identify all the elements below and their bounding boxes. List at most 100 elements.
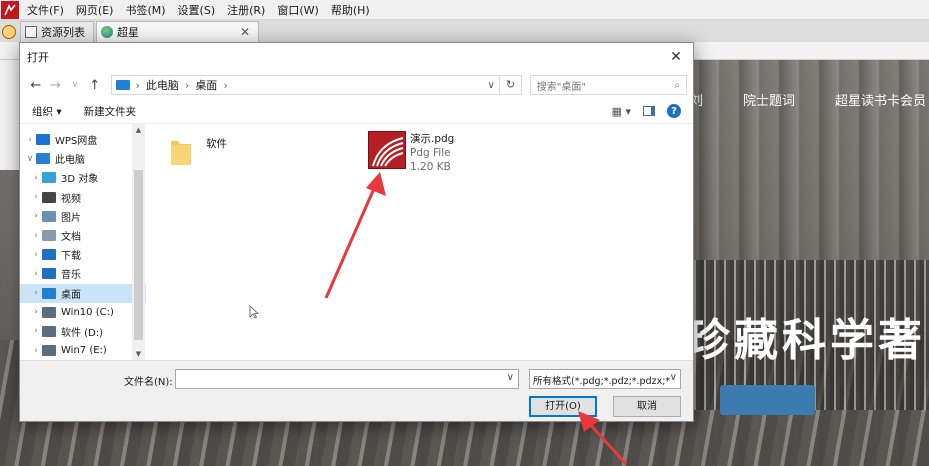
nav-item[interactable]: › Win7 (E:)	[20, 341, 146, 360]
chevron-down-icon[interactable]: ∨	[24, 154, 36, 164]
location-icon	[42, 172, 56, 184]
site-hero-text: 珍藏科学著	[686, 315, 926, 366]
menu-bar: 文件(F) 网页(E) 书签(M) 设置(S) 注册(R) 窗口(W) 帮助(H…	[0, 0, 929, 20]
nav-item[interactable]: › 3D 对象	[20, 168, 146, 187]
refresh-icon[interactable]: ↻	[500, 75, 522, 95]
location-icon	[42, 287, 56, 299]
nav-item[interactable]: › 下载	[20, 245, 146, 264]
location-icon	[42, 210, 56, 222]
forward-arrow-icon[interactable]: →	[46, 78, 66, 93]
breadcrumb-this-pc[interactable]: 此电脑	[146, 77, 179, 93]
chevron-right-icon[interactable]: ›	[30, 288, 42, 298]
open-file-dialog: 打开 ✕ ← → ∨ ↑ › 此电脑 › 桌面 › ∨ ↻ 搜索"桌面" ⌕ 组…	[19, 42, 694, 422]
scroll-up-icon[interactable]: ▲	[132, 126, 145, 134]
nav-item[interactable]: › Win10 (C:)	[20, 303, 146, 322]
nav-item[interactable]: › 视频	[20, 188, 146, 207]
tab-chaoxing[interactable]: 超星 ✕	[96, 21, 259, 42]
filename-label: 文件名(N):	[124, 377, 173, 388]
chevron-right-icon[interactable]: ›	[30, 269, 42, 279]
chaoxing-pdg-icon	[368, 131, 406, 169]
file-type: Pdg File	[410, 147, 451, 159]
scroll-down-icon[interactable]: ▼	[132, 350, 145, 358]
chevron-down-icon[interactable]: ∨	[483, 80, 499, 91]
folder-item[interactable]: 软件	[170, 136, 227, 166]
location-icon	[36, 153, 50, 165]
preview-pane-icon[interactable]	[643, 106, 655, 116]
address-bar[interactable]: › 此电脑 › 桌面 › ∨	[110, 75, 501, 95]
app-logo-icon	[1, 0, 19, 19]
nav-item[interactable]: ∨ 此电脑	[20, 149, 146, 168]
location-icon	[42, 345, 56, 357]
nav-item[interactable]: › WPS网盘	[20, 130, 146, 149]
up-arrow-icon[interactable]: ↑	[85, 78, 105, 93]
chevron-down-icon[interactable]: ∨	[507, 372, 514, 383]
file-info: 演示.pdg Pdg File 1.20 KB	[410, 131, 454, 174]
search-input[interactable]: 搜索"桌面" ⌕	[529, 75, 687, 95]
back-arrow-icon[interactable]: ←	[26, 78, 46, 93]
nav-scrollbar[interactable]: ▲ ▼	[132, 124, 145, 360]
chevron-right-icon[interactable]: ›	[30, 192, 42, 202]
file-name: 演示.pdg	[410, 133, 455, 145]
tab-bar: 资源列表 超星 ✕	[0, 20, 929, 42]
new-folder-button[interactable]: 新建文件夹	[84, 104, 137, 119]
menu-file[interactable]: 文件(F)	[21, 2, 70, 18]
nav-item-label: 此电脑	[55, 155, 85, 167]
tab-label: 超星	[117, 26, 139, 39]
file-type-filter[interactable]: 所有格式(*.pdg;*.pdz;*.pdzx;* ∨	[529, 369, 681, 389]
help-icon[interactable]: ?	[667, 104, 681, 118]
chevron-right-icon[interactable]: ›	[24, 135, 36, 145]
location-icon	[42, 325, 56, 337]
chevron-right-icon[interactable]: ›	[30, 173, 42, 183]
filename-input[interactable]: ∨	[175, 369, 519, 389]
chevron-right-icon[interactable]: ›	[30, 307, 42, 317]
menu-settings[interactable]: 设置(S)	[172, 2, 222, 18]
breadcrumb-desktop[interactable]: 桌面	[195, 77, 217, 93]
nav-item[interactable]: › 图片	[20, 207, 146, 226]
menu-register[interactable]: 注册(R)	[221, 2, 271, 18]
chevron-right-icon[interactable]: ›	[30, 326, 42, 336]
navigation-pane: › WPS网盘 ∨ 此电脑 › 3D 对象 › 视频 › 图片 › 文档 › 下载 › 音乐 › 桌面 › Win10…	[20, 124, 146, 360]
organize-button[interactable]: 组织 ▾	[32, 104, 62, 119]
open-button[interactable]: 打开(O)	[529, 396, 597, 417]
nav-item-label: Win7 (E:)	[61, 345, 107, 357]
menu-web[interactable]: 网页(E)	[70, 2, 120, 18]
view-options-icon[interactable]: ▦ ▾	[612, 105, 631, 118]
pdg-file-item[interactable]: 演示.pdg Pdg File 1.20 KB	[368, 131, 454, 174]
chevron-right-icon[interactable]: ›	[223, 79, 227, 92]
list-icon	[25, 26, 37, 38]
location-icon	[42, 306, 56, 318]
dialog-title-bar: 打开 ✕	[20, 43, 693, 71]
navigation-row: ← → ∨ ↑ › 此电脑 › 桌面 › ∨ ↻ 搜索"桌面" ⌕	[20, 71, 693, 99]
chevron-down-icon[interactable]: ∨	[670, 372, 677, 383]
chevron-right-icon[interactable]: ›	[30, 250, 42, 260]
menu-window[interactable]: 窗口(W)	[271, 2, 324, 18]
cancel-button[interactable]: 取消	[613, 396, 681, 417]
chevron-down-icon[interactable]: ∨	[65, 80, 85, 90]
close-icon[interactable]: ✕	[665, 49, 687, 65]
nav-item-label: 软件 (D:)	[61, 327, 104, 339]
file-name: 软件	[206, 138, 227, 150]
dialog-footer: 文件名(N): ∨ 所有格式(*.pdg;*.pdz;*.pdzx;* ∨ 打开…	[20, 360, 693, 421]
scrollbar-thumb[interactable]	[134, 170, 143, 340]
nav-item[interactable]: › 文档	[20, 226, 146, 245]
nav-item-label: WPS网盘	[55, 136, 98, 148]
nav-item[interactable]: › 桌面	[20, 283, 146, 303]
chevron-right-icon[interactable]: ›	[30, 211, 42, 221]
chevron-right-icon[interactable]: ›	[30, 346, 42, 356]
nav-item[interactable]: › 软件 (D:)	[20, 322, 146, 341]
site-nav-item[interactable]: 院士题词	[743, 90, 795, 109]
history-icon[interactable]	[2, 25, 16, 39]
computer-icon	[115, 80, 130, 90]
chevron-right-icon[interactable]: ›	[30, 231, 42, 241]
nav-item-label: 下载	[61, 251, 81, 263]
close-icon[interactable]: ✕	[240, 25, 250, 39]
nav-item-label: 视频	[61, 193, 81, 205]
nav-item[interactable]: › 音乐	[20, 264, 146, 283]
tab-resource-list[interactable]: 资源列表	[20, 21, 94, 42]
site-nav: 刘 院士题词 超星读书卡会员	[690, 90, 926, 109]
search-placeholder: 搜索"桌面"	[536, 81, 586, 93]
site-nav-item[interactable]: 超星读书卡会员	[835, 90, 926, 109]
globe-icon	[101, 26, 113, 38]
menu-help[interactable]: 帮助(H)	[325, 2, 376, 18]
menu-bookmarks[interactable]: 书签(M)	[119, 2, 171, 18]
